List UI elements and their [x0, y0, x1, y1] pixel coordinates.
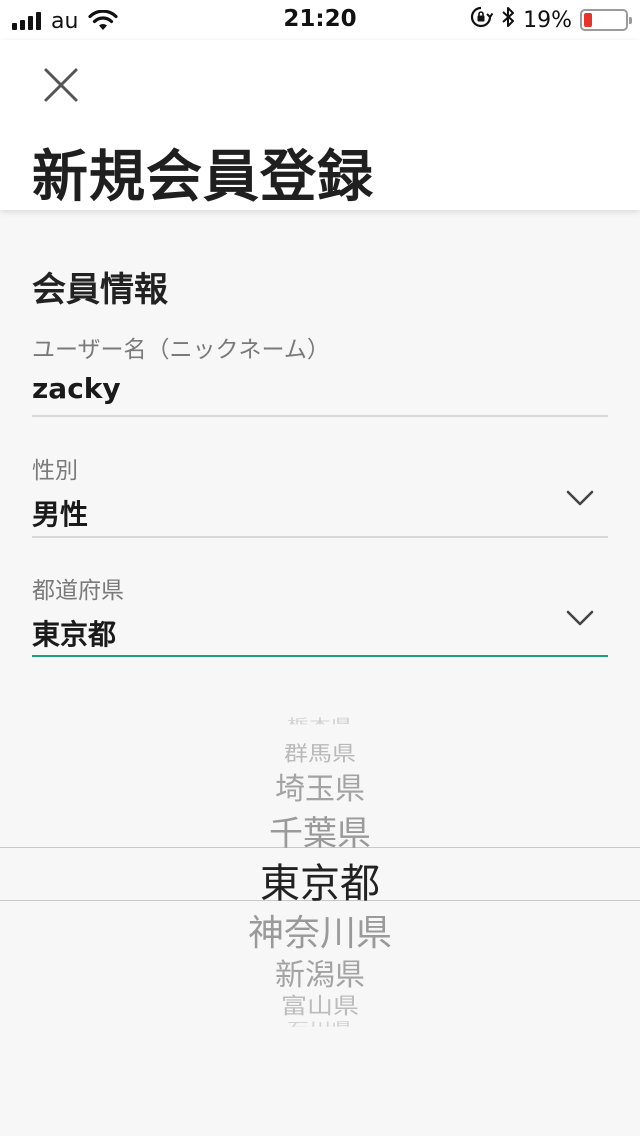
- picker-item-selected[interactable]: 東京都: [0, 851, 640, 909]
- gender-select[interactable]: 性別 男性: [32, 451, 608, 541]
- gender-label: 性別: [32, 458, 78, 484]
- battery-icon: [580, 9, 632, 31]
- chevron-down-icon[interactable]: [566, 489, 594, 507]
- prefecture-picker[interactable]: 栃木県 群馬県 埼玉県 千葉県 東京都 神奈川県 新潟県 富山県 石川県: [0, 700, 640, 1040]
- picker-item[interactable]: 神奈川県: [0, 904, 640, 956]
- picker-item[interactable]: 栃木県: [0, 714, 640, 724]
- picker-item[interactable]: 富山県: [0, 989, 640, 1020]
- prefecture-underline: [32, 655, 608, 657]
- username-underline: [32, 415, 608, 417]
- picker-item[interactable]: 千葉県: [0, 806, 640, 855]
- picker-item[interactable]: 埼玉県: [0, 764, 640, 808]
- username-field[interactable]: ユーザー名（ニックネーム） zacky: [32, 330, 608, 420]
- status-bar: au 21:20 19%: [0, 0, 640, 40]
- status-right: 19%: [469, 5, 632, 35]
- battery-percent: 19%: [523, 7, 572, 33]
- username-label: ユーザー名（ニックネーム）: [32, 337, 330, 363]
- picker-item[interactable]: 群馬県: [0, 737, 640, 767]
- gender-underline: [32, 536, 608, 538]
- close-button[interactable]: [40, 64, 82, 106]
- prefecture-select[interactable]: 都道府県 東京都: [32, 571, 608, 661]
- bluetooth-icon: [501, 5, 515, 35]
- battery-level: [584, 13, 592, 27]
- header: 新規会員登録: [0, 40, 640, 210]
- picker-item[interactable]: 石川県: [0, 1017, 640, 1027]
- picker-item[interactable]: 新潟県: [0, 950, 640, 994]
- prefecture-value[interactable]: 東京都: [32, 613, 608, 653]
- prefecture-label: 都道府県: [32, 578, 124, 604]
- username-value[interactable]: zacky: [32, 372, 608, 405]
- gender-value[interactable]: 男性: [32, 493, 608, 533]
- chevron-down-icon[interactable]: [566, 609, 594, 627]
- page-title: 新規会員登録: [32, 145, 374, 210]
- rotation-lock-icon: [469, 5, 494, 35]
- section-title: 会員情報: [32, 270, 168, 310]
- close-icon: [44, 68, 78, 102]
